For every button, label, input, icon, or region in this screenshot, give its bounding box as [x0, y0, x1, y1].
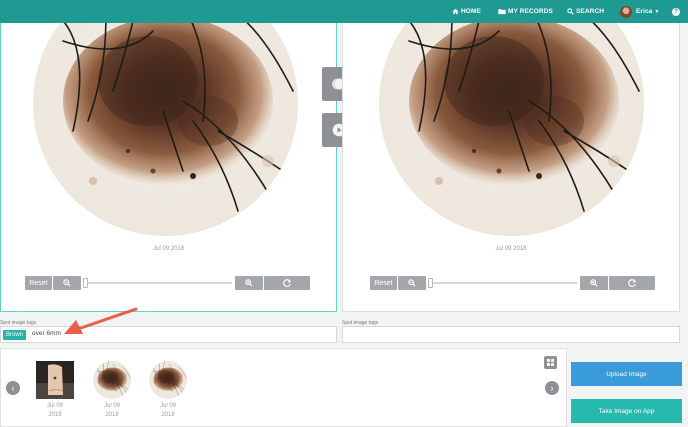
- top-navbar: HOME MY RECORDS SEARCH Erica ▼ ?: [0, 0, 688, 23]
- left-zoom-track: [84, 282, 232, 284]
- thumbnail-dermoscopy-image: [93, 361, 131, 399]
- nav-my-records-link[interactable]: MY RECORDS: [498, 0, 553, 23]
- grid-view-button[interactable]: [544, 356, 557, 369]
- search-icon: [567, 8, 574, 15]
- right-image-date: Jul 09 2018: [495, 246, 527, 252]
- tag-chip-brown[interactable]: Brown: [3, 330, 27, 340]
- left-dermoscopy-image[interactable]: [33, 23, 298, 236]
- zoom-out-icon: [63, 279, 71, 287]
- nav-search-label: SEARCH: [576, 8, 605, 15]
- zoom-in-icon: [590, 279, 598, 287]
- left-rotate-button[interactable]: [264, 276, 310, 290]
- right-image-viewer: Jul 09 2018 Reset: [342, 23, 680, 312]
- thumbnail-item[interactable]: Jul 09 2018: [92, 361, 132, 420]
- annotation-arrow: [64, 307, 138, 334]
- left-zoom-slider[interactable]: [82, 276, 234, 290]
- left-zoom-in-button[interactable]: [235, 276, 263, 290]
- left-zoom-controls: Reset: [25, 276, 310, 290]
- user-name: Erica: [636, 8, 653, 15]
- right-zoom-controls: Reset: [370, 276, 655, 290]
- thumbnail-date: Jul 09 2018: [103, 403, 120, 418]
- caret-down-icon: ▼: [654, 8, 660, 15]
- take-image-on-app-button[interactable]: Take Image on App: [571, 399, 682, 423]
- user-menu[interactable]: Erica ▼: [620, 0, 659, 23]
- nav-home-link[interactable]: HOME: [452, 0, 481, 23]
- thumbnail-date: Jul 09 2018: [46, 403, 63, 418]
- thumbnail-photo-image: [36, 361, 74, 399]
- thumbnail-item[interactable]: Jul 09 2018: [35, 361, 75, 420]
- left-image-date: Jul 09 2018: [152, 246, 185, 252]
- right-zoom-out-button[interactable]: [398, 276, 426, 290]
- nav-search-link[interactable]: SEARCH: [567, 0, 604, 23]
- chevron-left-icon: ‹: [11, 383, 15, 393]
- rotate-icon: [283, 279, 292, 287]
- next-thumbnails-button[interactable]: ›: [545, 381, 559, 395]
- left-zoom-out-button[interactable]: [53, 276, 81, 290]
- thumbnail-date: Jul 09 2018: [159, 403, 176, 418]
- zoom-in-icon: [245, 279, 253, 287]
- zoom-out-icon: [408, 279, 416, 287]
- thumbnail-item[interactable]: Jul 09 2018: [148, 361, 188, 420]
- avatar: [620, 5, 632, 18]
- nav-home-label: HOME: [461, 8, 481, 15]
- upload-image-button[interactable]: Upload Image: [571, 362, 682, 386]
- left-reset-button[interactable]: Reset: [25, 276, 52, 290]
- right-rotate-button[interactable]: [609, 276, 655, 290]
- right-zoom-slider[interactable]: [427, 276, 579, 290]
- thumbnail-strip: ‹ › Jul 09 2018 Jul 09 2018 Jul 09 2018: [0, 348, 567, 427]
- left-image-viewer: Jul 09 2018 Reset: [0, 23, 337, 312]
- prev-thumbnails-button[interactable]: ‹: [6, 381, 20, 395]
- rotate-icon: [628, 279, 637, 287]
- help-button[interactable]: ?: [672, 0, 680, 23]
- right-zoom-handle[interactable]: [428, 278, 433, 288]
- right-tags-input[interactable]: [342, 326, 680, 343]
- help-icon: ?: [672, 7, 680, 16]
- left-tags-input[interactable]: Brown over 6mm: [0, 326, 337, 343]
- home-icon: [452, 8, 459, 15]
- grid-icon: [547, 359, 554, 366]
- left-tags-text: over 6mm: [32, 330, 61, 337]
- chevron-right-icon: ›: [550, 383, 554, 393]
- nav-my-records-label: MY RECORDS: [508, 8, 553, 15]
- folder-icon: [498, 9, 506, 15]
- right-zoom-track: [429, 282, 577, 284]
- left-zoom-handle[interactable]: [83, 278, 88, 288]
- right-reset-button[interactable]: Reset: [370, 276, 397, 290]
- thumbnail-dermoscopy-image: [149, 361, 187, 399]
- right-dermoscopy-image[interactable]: [379, 23, 644, 236]
- right-zoom-in-button[interactable]: [580, 276, 608, 290]
